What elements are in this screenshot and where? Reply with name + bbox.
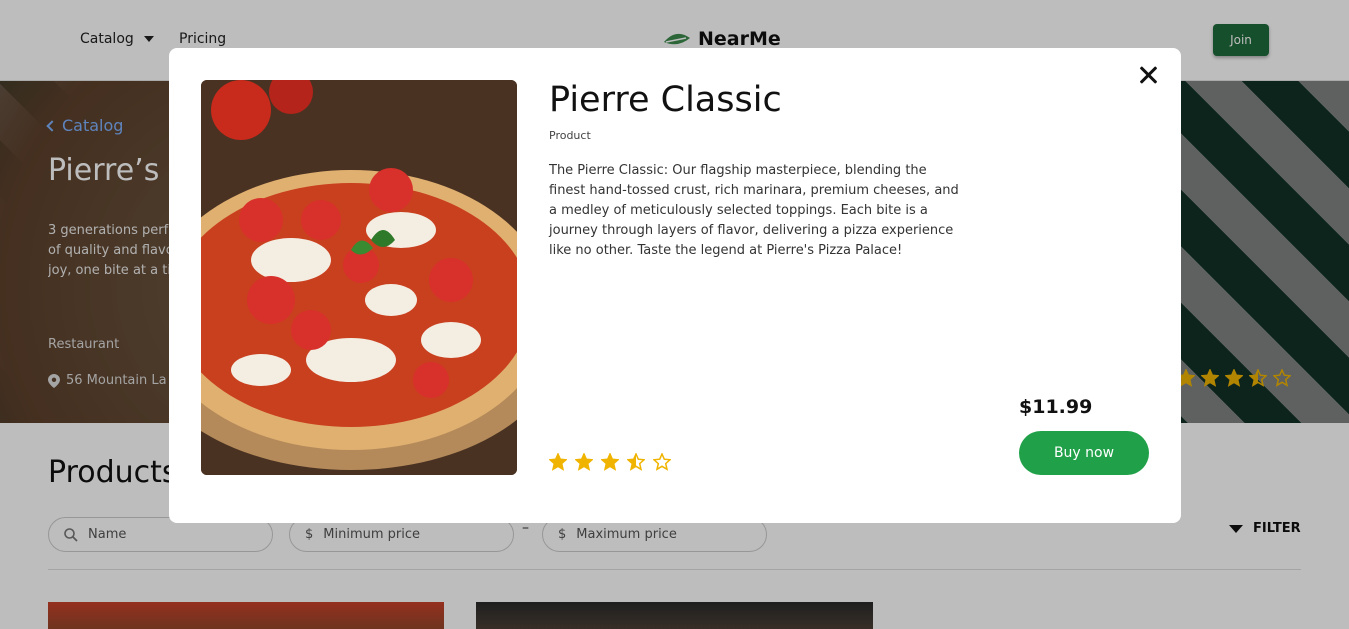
product-type: Product: [549, 129, 591, 142]
close-icon[interactable]: [1138, 65, 1158, 85]
full-star-icon: [575, 453, 593, 471]
product-title: Pierre Classic: [549, 80, 782, 120]
half-star-icon: [627, 453, 645, 471]
pizza-image: [201, 80, 517, 475]
full-star-icon: [601, 453, 619, 471]
full-star-icon: [549, 453, 567, 471]
product-price: $11.99: [1019, 396, 1093, 418]
empty-star-icon: [653, 453, 671, 471]
product-rating: [549, 453, 671, 471]
product-image: [201, 80, 517, 475]
product-description: The Pierre Classic: Our flagship masterp…: [549, 163, 959, 258]
buy-now-button[interactable]: Buy now: [1019, 431, 1149, 475]
